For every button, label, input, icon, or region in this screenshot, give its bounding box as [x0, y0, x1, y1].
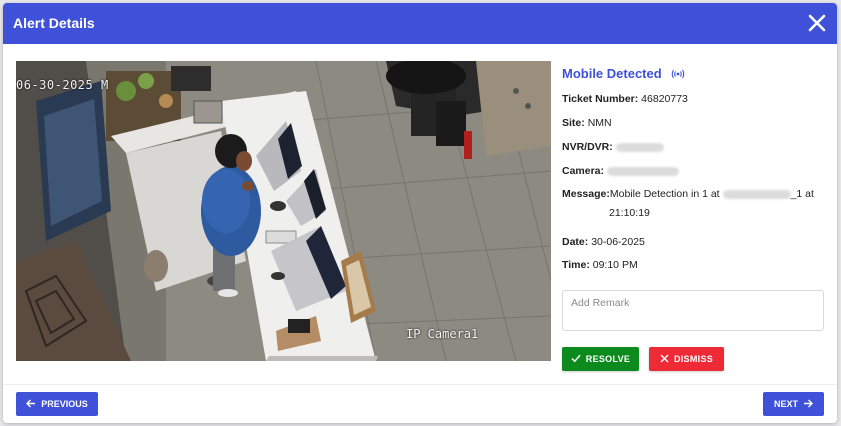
arrow-left-icon	[26, 399, 36, 410]
message-label: Message:	[562, 188, 610, 200]
close-small-icon	[660, 353, 669, 365]
camera-label: IP Camera1	[406, 327, 479, 341]
ticket-number-value: 46820773	[641, 93, 688, 105]
camera-label-text: Camera:	[562, 165, 605, 177]
resolve-label: RESOLVE	[585, 354, 631, 364]
camera-snapshot: 06-30-2025 M IP Camera1	[16, 61, 551, 361]
alert-details-dialog: Alert Details 06-30-2025 M IP Camera1 Mo…	[3, 3, 837, 423]
nvr-value-redacted	[615, 142, 664, 152]
arrow-right-icon	[803, 399, 813, 410]
resolve-button[interactable]: RESOLVE	[562, 347, 639, 371]
previous-button[interactable]: PREVIOUS	[16, 392, 98, 416]
date-row: Date: 30-06-2025	[562, 236, 645, 248]
time-value: 09:10 PM	[592, 259, 638, 271]
remark-input[interactable]	[562, 290, 824, 331]
date-label: Date:	[562, 236, 589, 248]
nvr-label: NVR/DVR:	[562, 141, 613, 153]
message-row: Message:Mobile Detection in 1 at _1 at	[562, 188, 814, 200]
message-location-redacted	[722, 189, 791, 199]
message-suffix: _1 at	[790, 188, 814, 200]
footer-divider	[3, 384, 837, 385]
site-row: Site: NMN	[562, 117, 612, 129]
alert-type-heading: Mobile Detected	[562, 66, 685, 82]
signal-icon	[671, 67, 685, 82]
nvr-row: NVR/DVR:	[562, 141, 664, 153]
ticket-number-label: Ticket Number:	[562, 93, 639, 105]
site-label: Site:	[562, 117, 585, 129]
dialog-header: Alert Details	[3, 3, 837, 44]
ticket-number-row: Ticket Number: 46820773	[562, 93, 688, 105]
close-icon[interactable]	[805, 11, 829, 35]
alert-type-text: Mobile Detected	[562, 66, 662, 81]
message-time-row: 21:10:19	[609, 207, 650, 219]
time-label: Time:	[562, 259, 590, 271]
next-button[interactable]: NEXT	[763, 392, 824, 416]
site-value: NMN	[587, 117, 612, 129]
time-row: Time: 09:10 PM	[562, 259, 638, 271]
date-value: 30-06-2025	[591, 236, 645, 248]
camera-row: Camera:	[562, 165, 679, 177]
message-time: 21:10:19	[609, 207, 650, 219]
message-prefix: Mobile Detection in 1 at	[609, 188, 720, 200]
camera-value-redacted	[606, 166, 679, 176]
dialog-title: Alert Details	[13, 15, 95, 31]
camera-timestamp: 06-30-2025 M	[16, 78, 109, 92]
check-icon	[571, 354, 581, 365]
camera-scene	[16, 61, 551, 361]
dismiss-label: DISMISS	[673, 354, 714, 364]
previous-label: PREVIOUS	[41, 399, 88, 409]
next-label: NEXT	[773, 399, 798, 409]
dismiss-button[interactable]: DISMISS	[649, 347, 724, 371]
